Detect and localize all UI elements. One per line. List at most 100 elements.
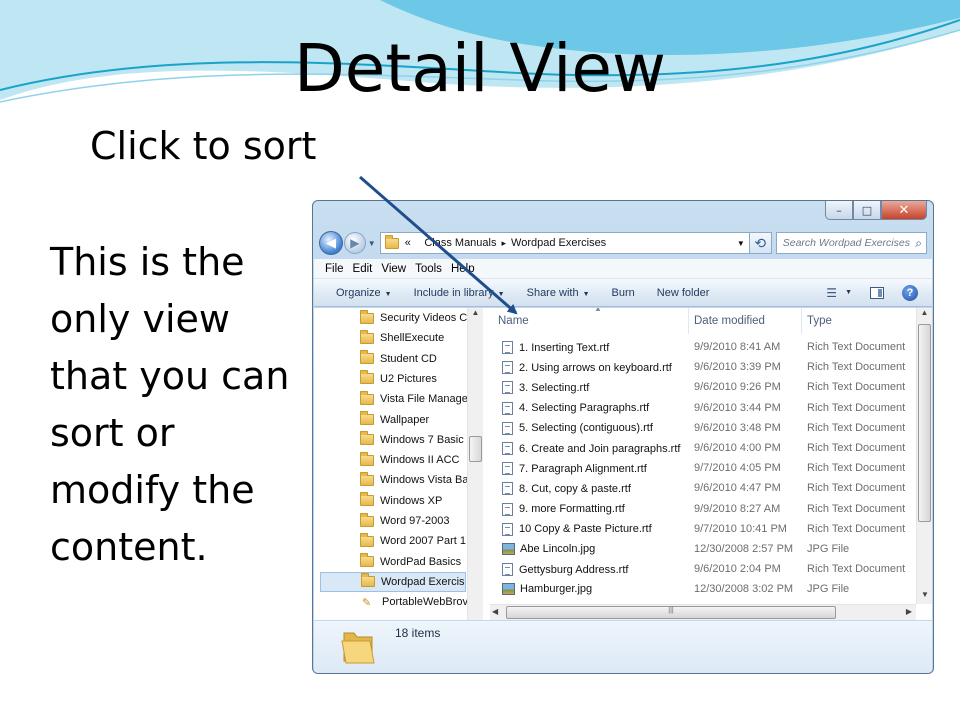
file-row[interactable]: 5. Selecting (contiguous).rtf 9/6/2010 3:… bbox=[490, 419, 916, 439]
file-row[interactable]: 8. Cut, copy & paste.rtf 9/6/2010 4:47 PM… bbox=[490, 479, 916, 499]
rtf-icon bbox=[502, 482, 513, 496]
file-row[interactable]: 2. Using arrows on keyboard.rtf 9/6/2010 … bbox=[490, 358, 916, 378]
file-list-vertical-scrollbar[interactable]: ▲ ▼ bbox=[916, 308, 932, 604]
file-row[interactable]: Abe Lincoln.jpg 12/30/2008 2:57 PM JPG Fil… bbox=[490, 540, 916, 560]
file-name-label: Abe Lincoln.jpg bbox=[520, 543, 596, 555]
file-date-modified: 9/6/2010 9:26 PM bbox=[694, 381, 781, 394]
column-header-type[interactable]: Type bbox=[807, 308, 832, 334]
scrollbar-thumb[interactable] bbox=[469, 436, 482, 462]
navigation-item-label: Wallpaper bbox=[380, 413, 430, 426]
search-icon[interactable]: ⌕ bbox=[915, 236, 922, 251]
scroll-right-icon[interactable]: ▶ bbox=[906, 607, 912, 616]
scrollbar-thumb[interactable]: ||| bbox=[506, 606, 836, 619]
folder-icon bbox=[360, 471, 374, 486]
scroll-up-icon[interactable]: ▲ bbox=[468, 308, 483, 322]
navigation-item[interactable]: Wordpad Exercise bbox=[320, 571, 466, 592]
file-type: Rich Text Document bbox=[807, 462, 906, 475]
file-row[interactable]: 7. Paragraph Alignment.rtf 9/7/2010 4:05 … bbox=[490, 459, 916, 479]
burn-button[interactable]: Burn bbox=[612, 287, 635, 299]
scrollbar-thumb[interactable] bbox=[918, 324, 931, 522]
breadcrumb-wordpad-exercises[interactable]: Wordpad Exercises bbox=[511, 237, 606, 249]
address-bar[interactable]: « Class Manuals ▸ Wordpad Exercises ▼ bbox=[379, 232, 750, 254]
column-divider[interactable] bbox=[801, 308, 802, 334]
file-name-label: 9. more Formatting.rtf bbox=[519, 503, 625, 516]
file-list-horizontal-scrollbar[interactable]: ◀ ||| ▶ bbox=[490, 604, 916, 620]
file-type: Rich Text Document bbox=[807, 442, 906, 454]
help-icon[interactable]: ? bbox=[902, 284, 918, 301]
details-pane: 18 items bbox=[314, 620, 932, 673]
file-date-modified: 9/9/2010 8:27 AM bbox=[694, 502, 781, 515]
file-list: Name ▲ Date modified Type 1. Inserting T… bbox=[490, 308, 932, 620]
file-name-label: Hamburger.jpg bbox=[520, 583, 593, 596]
navigation-item-label: Wordpad Exercise bbox=[381, 575, 466, 588]
column-header-date-modified[interactable]: Date modified bbox=[694, 308, 765, 334]
menu-help[interactable]: Help bbox=[451, 263, 475, 275]
breadcrumb-separator-icon[interactable]: ▸ bbox=[501, 238, 506, 249]
file-row[interactable]: 4. Selecting Paragraphs.rtf 9/6/2010 3:44… bbox=[490, 399, 916, 419]
navigation-item-label: Vista File Manage bbox=[380, 393, 468, 406]
folder-icon bbox=[360, 411, 374, 425]
menu-file[interactable]: File bbox=[325, 263, 344, 275]
forward-arrow-icon[interactable]: ▶ bbox=[343, 232, 366, 254]
file-row[interactable]: Hamburger.jpg 12/30/2008 3:02 PM JPG File bbox=[490, 580, 916, 600]
organize-button[interactable]: Organize ▼ bbox=[336, 287, 392, 299]
file-name: 5. Selecting (contiguous).rtf bbox=[502, 421, 653, 435]
file-type: JPG File bbox=[807, 543, 850, 555]
folder-icon bbox=[360, 532, 374, 547]
new-folder-button[interactable]: New folder bbox=[657, 287, 710, 299]
file-date-modified: 12/30/2008 2:57 PM bbox=[694, 543, 794, 555]
file-row[interactable]: 10 Copy & Paste Picture.rtf 9/7/2010 10:4… bbox=[490, 520, 916, 540]
close-button[interactable]: ✕ bbox=[881, 201, 927, 220]
file-date-modified: 9/6/2010 3:44 PM bbox=[694, 401, 781, 414]
file-row[interactable]: 3. Selecting.rtf 9/6/2010 9:26 PM Rich Tex… bbox=[490, 378, 916, 398]
breadcrumb-class-manuals[interactable]: Class Manuals bbox=[424, 237, 496, 249]
file-row[interactable]: 6. Create and Join paragraphs.rtf 9/6/201… bbox=[490, 439, 916, 459]
address-dropdown-icon[interactable]: ▼ bbox=[737, 239, 749, 248]
file-row[interactable]: Gettysburg Address.rtf 9/6/2010 2:04 PM Ri… bbox=[490, 560, 916, 580]
preview-pane-icon[interactable] bbox=[870, 286, 884, 299]
search-placeholder: Search Wordpad Exercises bbox=[782, 237, 910, 249]
menu-view[interactable]: View bbox=[381, 263, 406, 275]
navigation-pane: Security Videos C ShellExecute Student CD U… bbox=[314, 308, 486, 620]
navigation-scrollbar[interactable]: ▲ bbox=[467, 308, 483, 620]
scroll-left-icon[interactable]: ◀ bbox=[492, 607, 498, 616]
file-type: Rich Text Document bbox=[807, 522, 906, 535]
file-row[interactable]: 1. Inserting Text.rtf 9/9/2010 8:41 AM Ric… bbox=[490, 338, 916, 358]
file-name: 10 Copy & Paste Picture.rtf bbox=[502, 522, 652, 536]
column-divider[interactable] bbox=[688, 308, 689, 334]
chevron-down-icon: ▼ bbox=[384, 290, 392, 298]
refresh-icon[interactable]: ⟲ bbox=[749, 232, 772, 254]
command-bar: Organize ▼ Include in library ▼ Share with… bbox=[314, 279, 932, 307]
file-type: Rich Text Document bbox=[807, 401, 906, 414]
maximize-button[interactable]: □ bbox=[853, 201, 881, 220]
include-in-library-button[interactable]: Include in library ▼ bbox=[414, 287, 505, 299]
file-row[interactable]: 9. more Formatting.rtf 9/9/2010 8:27 AM Ri… bbox=[490, 500, 916, 520]
share-with-label: Share with bbox=[526, 286, 579, 299]
file-name: Abe Lincoln.jpg bbox=[502, 543, 595, 555]
share-with-button[interactable]: Share with ▼ bbox=[527, 287, 590, 299]
view-options-dropdown-icon[interactable]: ▼ bbox=[845, 289, 852, 296]
rtf-icon bbox=[502, 341, 513, 354]
scroll-up-icon[interactable]: ▲ bbox=[917, 308, 932, 322]
back-arrow-icon[interactable]: ◀ bbox=[319, 231, 343, 255]
file-name-label: 1. Inserting Text.rtf bbox=[519, 341, 610, 354]
folder-icon bbox=[384, 234, 399, 249]
scroll-down-icon[interactable]: ▼ bbox=[917, 590, 932, 604]
change-view-icon[interactable]: ☰ bbox=[826, 286, 837, 300]
recent-pages-dropdown-icon[interactable]: ▼ bbox=[368, 239, 376, 248]
navigation-item-label: Word 2007 Part 1 bbox=[380, 535, 467, 548]
file-name-label: 2. Using arrows on keyboard.rtf bbox=[519, 361, 672, 374]
column-header-name[interactable]: Name bbox=[498, 308, 529, 334]
menu-edit[interactable]: Edit bbox=[353, 263, 373, 275]
navigation-item-label: Security Videos C bbox=[380, 312, 468, 324]
address-overflow-chevron[interactable]: « bbox=[405, 237, 411, 249]
folder-icon bbox=[360, 553, 374, 568]
organize-label: Organize bbox=[336, 286, 381, 299]
sort-indicator-icon: ▲ bbox=[594, 308, 602, 313]
file-name-label: 7. Paragraph Alignment.rtf bbox=[519, 462, 647, 475]
search-input[interactable]: Search Wordpad Exercises ⌕ bbox=[775, 232, 927, 254]
file-type: Rich Text Document bbox=[807, 341, 906, 353]
menu-tools[interactable]: Tools bbox=[415, 263, 442, 275]
minimize-button[interactable]: – bbox=[825, 201, 853, 220]
folder-icon bbox=[360, 451, 374, 466]
